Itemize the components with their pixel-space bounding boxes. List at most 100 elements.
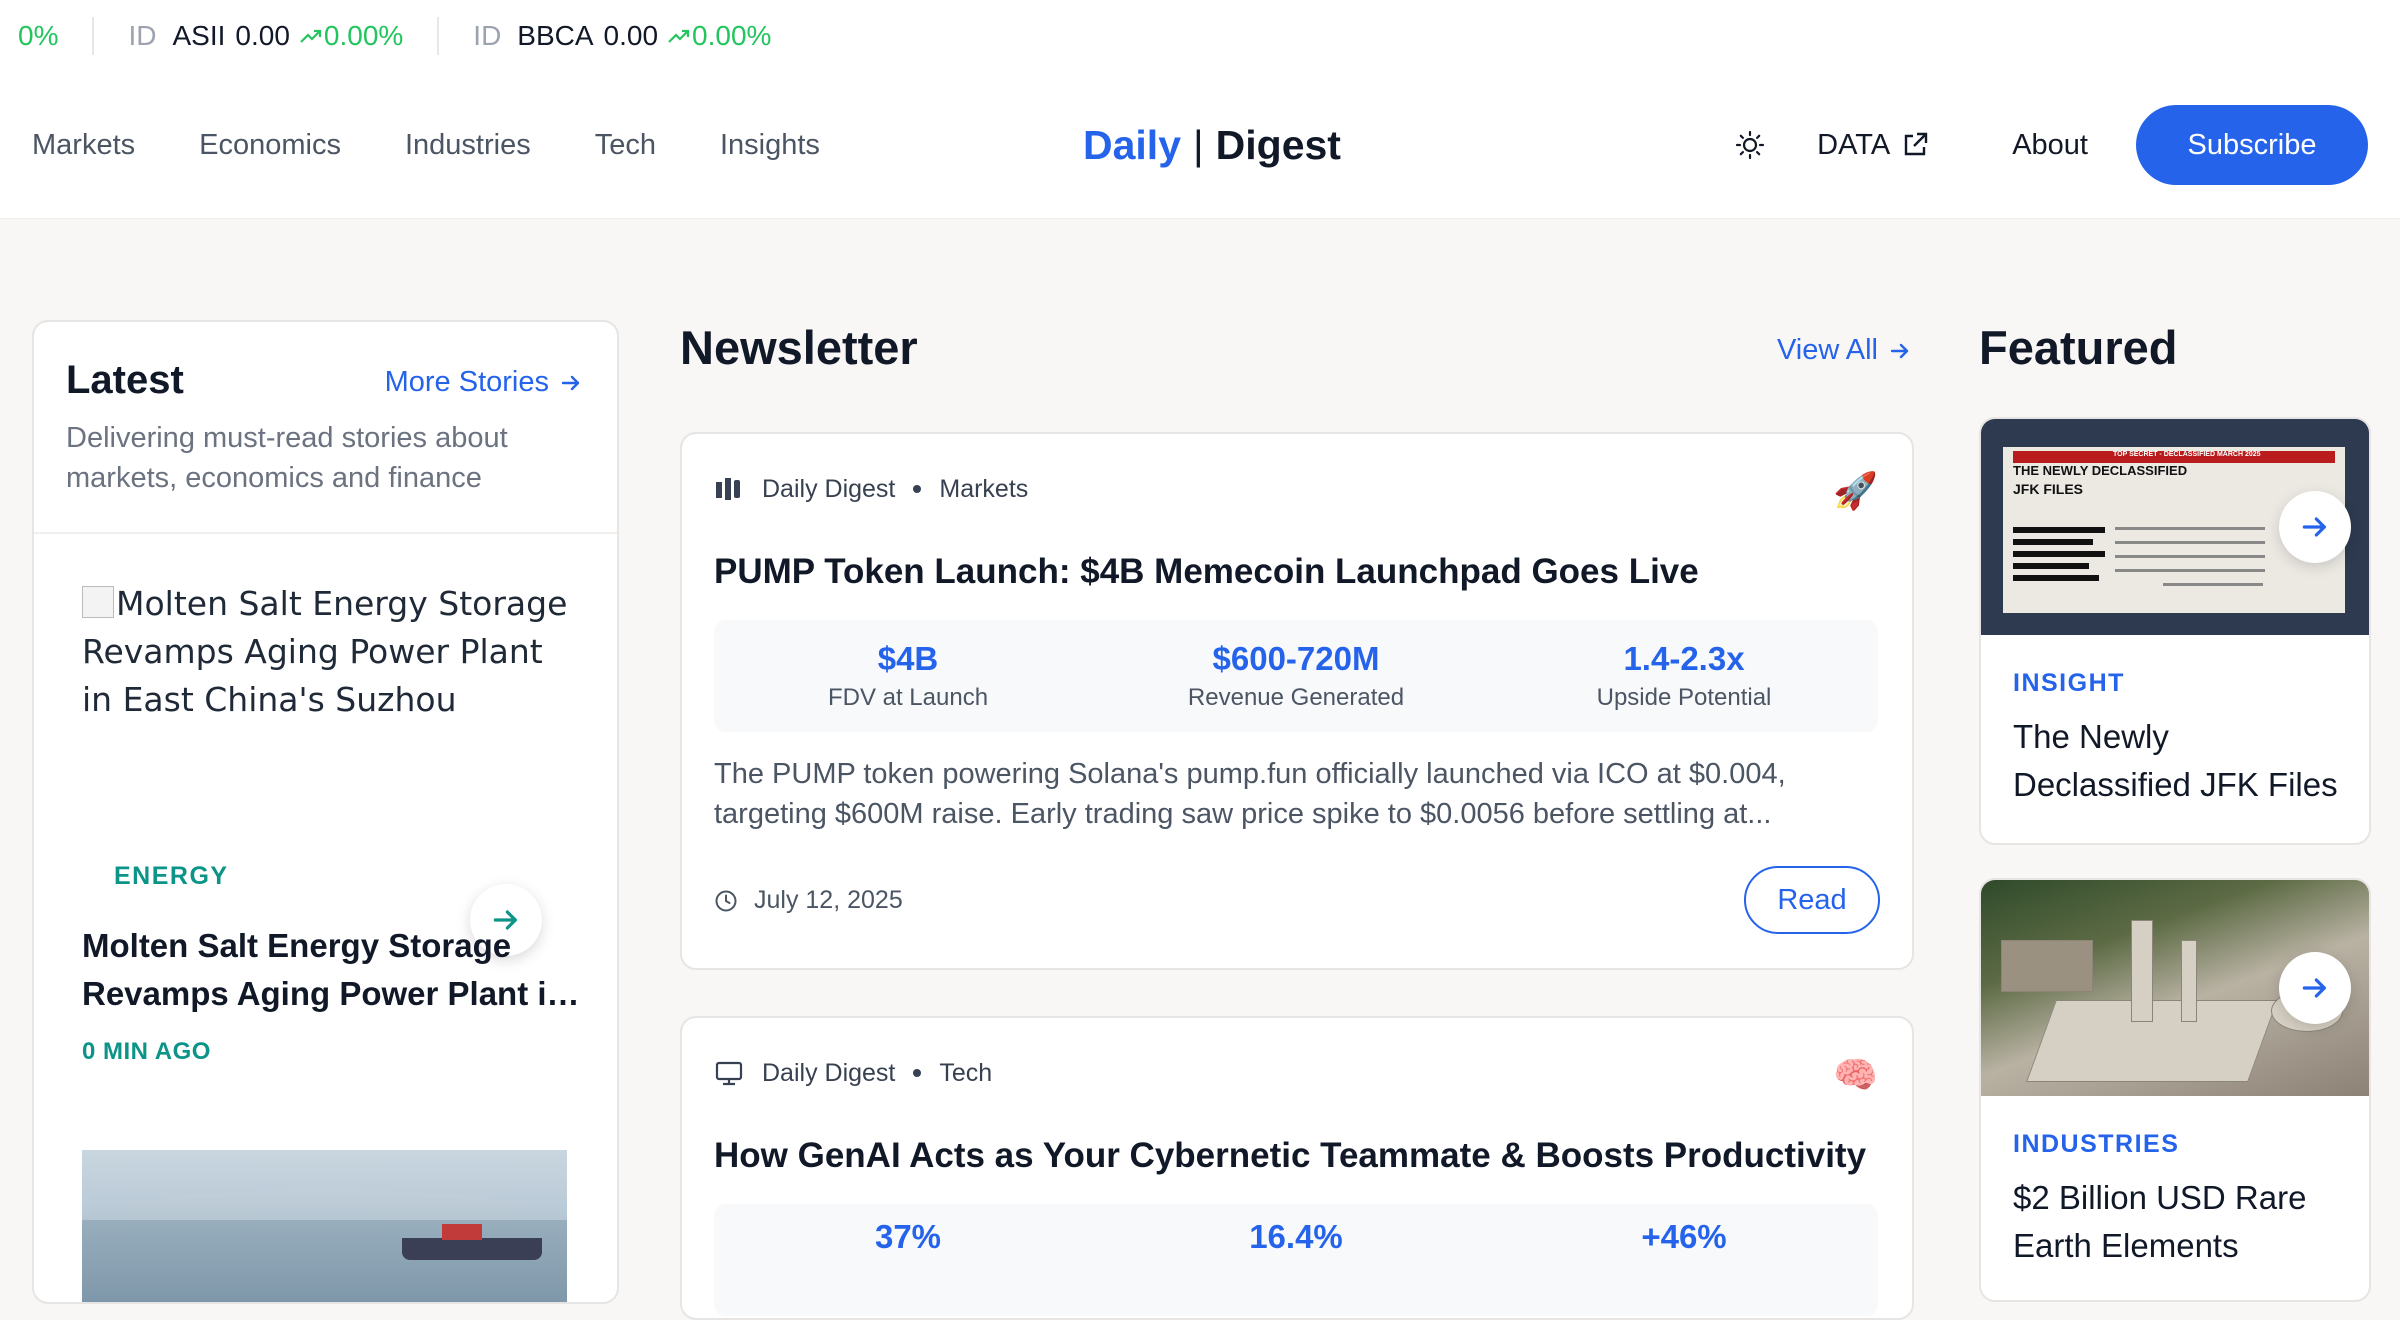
story-title-line: Revamps Aging Power Plant in East China'… bbox=[82, 975, 582, 1012]
stat-value: $4B bbox=[877, 640, 939, 677]
data-link[interactable]: DATA bbox=[1817, 129, 1930, 162]
image-banner-text: TOP SECRET - DECLASSIFIED MARCH 2025 bbox=[2113, 451, 2261, 458]
site-logo[interactable]: Daily | Digest bbox=[1083, 72, 1341, 218]
newsletter-card[interactable]: Daily Digest Markets 🚀 PUMP Token Launch… bbox=[680, 432, 1914, 970]
story-thumbnail[interactable] bbox=[82, 1150, 567, 1302]
trend-up-icon bbox=[300, 29, 321, 43]
ticker-exchange: ID bbox=[473, 20, 502, 51]
story-category: ENERGY bbox=[114, 862, 229, 890]
external-link-icon bbox=[1905, 132, 1928, 156]
read-button[interactable]: Read bbox=[1744, 866, 1880, 934]
featured-image bbox=[1981, 880, 2369, 1096]
card-source: Daily Digest bbox=[762, 474, 896, 503]
open-featured-button[interactable] bbox=[2279, 491, 2351, 563]
theme-toggle-button[interactable] bbox=[1725, 120, 1775, 170]
about-link[interactable]: About bbox=[2012, 129, 2088, 162]
ticker-divider bbox=[92, 17, 95, 55]
stock-ticker: 0% ID ASII 0.00 0.00% ID BBCA 0.00 0.00% bbox=[0, 0, 2400, 72]
ticker-change-value: 0.00% bbox=[323, 20, 404, 51]
arrow-right-icon bbox=[1890, 343, 1909, 358]
stat-label: Upside Potential bbox=[1596, 684, 1772, 711]
latest-panel: Latest More Stories Delivering must-read… bbox=[32, 320, 619, 1304]
meta-dot bbox=[913, 1069, 922, 1077]
stat: 1.4-2.3x Upside Potential bbox=[1490, 620, 1878, 732]
stat-value: $600-720M bbox=[1212, 640, 1380, 677]
logo-separator: | bbox=[1193, 121, 1204, 168]
card-section: Markets bbox=[939, 474, 1029, 503]
stat: +46% bbox=[1490, 1204, 1878, 1256]
arrow-right-icon bbox=[2302, 517, 2326, 537]
data-link-label: DATA bbox=[1817, 128, 1891, 161]
featured-card[interactable]: TOP SECRET - DECLASSIFIED MARCH 2025 THE… bbox=[1979, 417, 2371, 845]
story-image-broken: Molten Salt Energy Storage Revamps Aging… bbox=[82, 580, 582, 724]
markets-bars-icon bbox=[714, 474, 744, 504]
meta-dot bbox=[913, 485, 922, 493]
ticker-divider bbox=[437, 17, 440, 55]
image-heading: JFK FILES bbox=[2013, 481, 2084, 497]
featured-title-line: $2 Billion USD Rare bbox=[2013, 1179, 2307, 1216]
rocket-icon: 🚀 bbox=[1833, 471, 1878, 512]
card-summary-line: The PUMP token powering Solana's pump.fu… bbox=[714, 758, 1786, 790]
card-stats: $4B FDV at Launch $600-720M Revenue Gene… bbox=[714, 620, 1878, 732]
featured-card-title[interactable]: The Newly Declassified JFK Files bbox=[2013, 713, 2343, 809]
ticker-item[interactable]: ID ASII 0.00 0.00% bbox=[128, 20, 403, 52]
subscribe-button[interactable]: Subscribe bbox=[2136, 105, 2368, 185]
card-date-text: July 12, 2025 bbox=[754, 886, 903, 914]
stat-value: 16.4% bbox=[1249, 1218, 1343, 1255]
featured-title-line: Earth Elements bbox=[2013, 1227, 2239, 1264]
card-date: July 12, 2025 bbox=[714, 886, 903, 915]
brain-icon: 🧠 bbox=[1833, 1055, 1878, 1096]
arrow-right-icon bbox=[561, 375, 580, 390]
card-meta: Daily Digest Markets bbox=[714, 474, 1028, 504]
nav-tech[interactable]: Tech bbox=[595, 129, 656, 162]
header-actions: DATA About Subscribe bbox=[1725, 72, 2368, 218]
ticker-price: 0.00 bbox=[603, 20, 659, 51]
stat: 37% bbox=[714, 1204, 1102, 1256]
card-title[interactable]: PUMP Token Launch: $4B Memecoin Launchpa… bbox=[714, 552, 1699, 592]
story-title[interactable]: Molten Salt Energy Storage Revamps Aging… bbox=[82, 922, 582, 1018]
featured-category: INSIGHT bbox=[2013, 669, 2125, 697]
story-image-alt-text: Molten Salt Energy Storage Revamps Aging… bbox=[82, 584, 568, 719]
stat-value: 1.4-2.3x bbox=[1623, 640, 1745, 677]
stat: 16.4% bbox=[1102, 1204, 1490, 1256]
ticker-partial-change: 0% bbox=[18, 20, 59, 51]
stat: $600-720M Revenue Generated bbox=[1102, 620, 1490, 732]
arrow-right-icon bbox=[2302, 978, 2326, 998]
ticker-item[interactable]: ID BBCA 0.00 0.00% bbox=[473, 20, 771, 52]
ticker-price: 0.00 bbox=[235, 20, 290, 51]
card-source: Daily Digest bbox=[762, 1058, 896, 1087]
newsletter-title: Newsletter bbox=[680, 321, 918, 374]
ticker-symbol: BBCA bbox=[517, 20, 594, 51]
view-all-label: View All bbox=[1776, 334, 1878, 366]
more-stories-label: More Stories bbox=[384, 366, 549, 398]
stat-label: FDV at Launch bbox=[827, 684, 989, 711]
more-stories-link[interactable]: More Stories bbox=[385, 366, 583, 399]
featured-title-line: Declassified JFK Files bbox=[2013, 766, 2338, 803]
view-all-link[interactable]: View All bbox=[1777, 334, 1912, 367]
card-section: Tech bbox=[939, 1058, 993, 1087]
nav-markets[interactable]: Markets bbox=[32, 129, 135, 162]
image-heading: THE NEWLY DECLASSIFIED bbox=[2013, 463, 2188, 478]
featured-card[interactable]: INDUSTRIES $2 Billion USD Rare Earth Ele… bbox=[1979, 878, 2371, 1302]
nav-economics[interactable]: Economics bbox=[199, 129, 341, 162]
stat-value: 37% bbox=[874, 1218, 942, 1255]
card-title[interactable]: How GenAI Acts as Your Cybernetic Teamma… bbox=[714, 1136, 1866, 1176]
card-meta: Daily Digest Tech bbox=[714, 1058, 992, 1088]
nav-insights[interactable]: Insights bbox=[720, 129, 820, 162]
story-title-line: Molten Salt Energy Storage bbox=[82, 927, 512, 964]
featured-category: INDUSTRIES bbox=[2013, 1130, 2180, 1158]
clock-icon bbox=[715, 890, 737, 911]
ticker-change-value: 0.00% bbox=[692, 20, 772, 51]
card-summary-line: targeting $600M raise. Early trading saw… bbox=[714, 798, 1772, 830]
trend-up-icon bbox=[668, 29, 690, 43]
ticker-symbol: ASII bbox=[172, 20, 226, 51]
open-featured-button[interactable] bbox=[2279, 952, 2351, 1024]
nav-industries[interactable]: Industries bbox=[405, 129, 531, 162]
stat-value: +46% bbox=[1641, 1218, 1727, 1255]
latest-title: Latest bbox=[66, 358, 184, 402]
newsletter-card[interactable]: Daily Digest Tech 🧠 How GenAI Acts as Yo… bbox=[680, 1016, 1914, 1320]
site-header: Markets Economics Industries Tech Insigh… bbox=[0, 72, 2400, 219]
logo-digest: Digest bbox=[1215, 121, 1341, 168]
sun-icon bbox=[1736, 130, 1765, 160]
main-nav: Markets Economics Industries Tech Insigh… bbox=[32, 72, 884, 218]
